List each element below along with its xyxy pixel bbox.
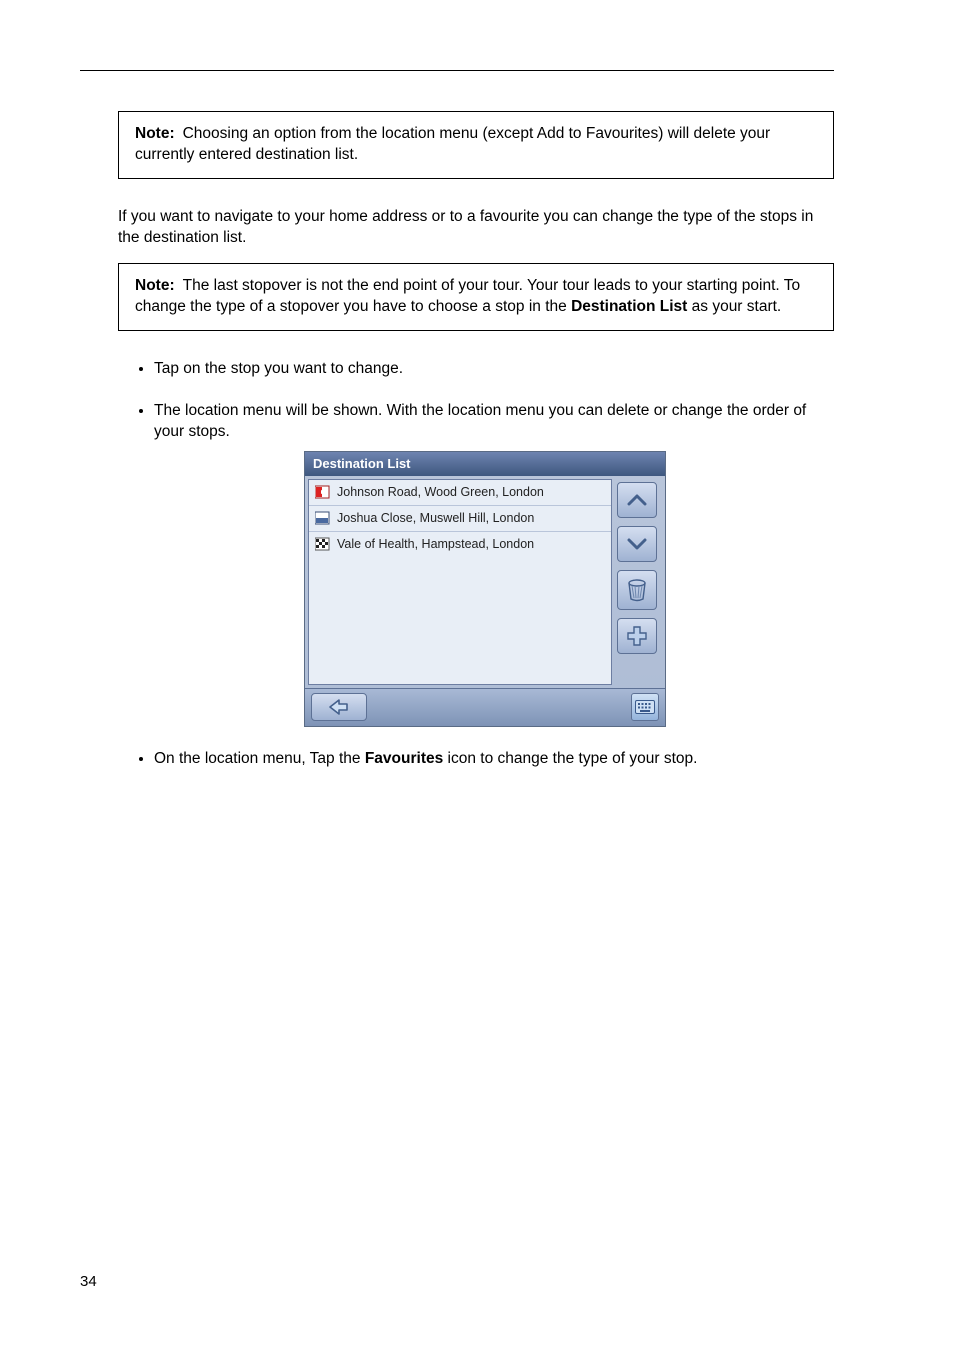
note-box-1: Note:Choosing an option from the locatio… <box>118 111 834 179</box>
intro-paragraph: If you want to navigate to your home add… <box>118 207 834 249</box>
add-button[interactable] <box>617 618 657 654</box>
list-item-label: Johnson Road, Wood Green, London <box>337 484 544 501</box>
bullet-list-1: Tap on the stop you want to change. The … <box>154 359 834 770</box>
destination-list-panel: Johnson Road, Wood Green, London Joshua … <box>308 479 612 685</box>
note-text-b-pre: choose a stop in the <box>428 298 567 315</box>
note-label: Note: <box>135 277 175 294</box>
plus-icon <box>626 625 648 647</box>
finish-icon <box>315 537 331 551</box>
keyboard-icon <box>635 700 655 714</box>
move-down-button[interactable] <box>617 526 657 562</box>
bullet-item-2-text: The location menu will be shown. With th… <box>154 402 806 440</box>
b3-post: icon to change the type of your stop. <box>448 750 698 767</box>
back-button[interactable] <box>311 693 367 721</box>
keyboard-button[interactable] <box>631 693 659 721</box>
bullet-item-2: The location menu will be shown. With th… <box>154 401 834 726</box>
bullet-item-3: On the location menu, Tap the Favourites… <box>154 749 834 770</box>
b3-pre: On the location menu, Tap the <box>154 750 361 767</box>
b3-bold: Favourites <box>365 750 443 767</box>
header-divider <box>80 70 834 71</box>
side-button-strip <box>615 476 665 688</box>
start-icon <box>315 485 331 499</box>
trash-icon <box>626 578 648 602</box>
page-number: 34 <box>80 1272 97 1292</box>
list-item[interactable]: Johnson Road, Wood Green, London <box>309 480 611 506</box>
device-title: Destination List <box>305 452 665 476</box>
list-item[interactable]: Vale of Health, Hampstead, London <box>309 532 611 557</box>
note-label: Note: <box>135 125 175 142</box>
list-item-label: Joshua Close, Muswell Hill, London <box>337 510 534 527</box>
device-body: Johnson Road, Wood Green, London Joshua … <box>305 476 665 688</box>
note-box-2: Note:The last stopover is not the end po… <box>118 263 834 331</box>
device-screenshot: Destination List Johnson Road, W <box>304 451 666 727</box>
note-text-b-post: as your start. <box>692 298 782 315</box>
waypoint-icon <box>315 511 331 525</box>
delete-button[interactable] <box>617 570 657 610</box>
chevron-up-icon <box>626 492 648 508</box>
note-text-b-bold: Destination List <box>571 298 687 315</box>
list-item-label: Vale of Health, Hampstead, London <box>337 536 534 553</box>
note-text: Choosing an option from the location men… <box>135 125 770 163</box>
move-up-button[interactable] <box>617 482 657 518</box>
chevron-down-icon <box>626 536 648 552</box>
list-item[interactable]: Joshua Close, Muswell Hill, London <box>309 506 611 532</box>
arrow-left-icon <box>327 698 351 716</box>
bullet-item-1: Tap on the stop you want to change. <box>154 359 834 380</box>
device-footer <box>305 688 665 726</box>
